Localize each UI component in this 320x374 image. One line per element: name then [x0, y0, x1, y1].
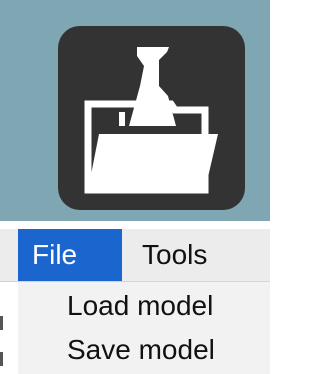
app-icon-panel [0, 0, 270, 221]
menu-item-save-model[interactable]: Save model [67, 330, 215, 370]
screenshot-root: File Tools Load model Save model [0, 0, 270, 374]
divider [0, 221, 270, 229]
menu-item-load-model[interactable]: Load model [67, 286, 213, 326]
window-edge-mark [0, 290, 6, 370]
bookmark-folder-icon[interactable] [58, 26, 245, 210]
menu-bar: File Tools [0, 229, 270, 282]
menu-tools[interactable]: Tools [142, 229, 252, 281]
menu-file[interactable]: File [18, 229, 122, 281]
file-dropdown-menu: Load model Save model [18, 282, 270, 374]
